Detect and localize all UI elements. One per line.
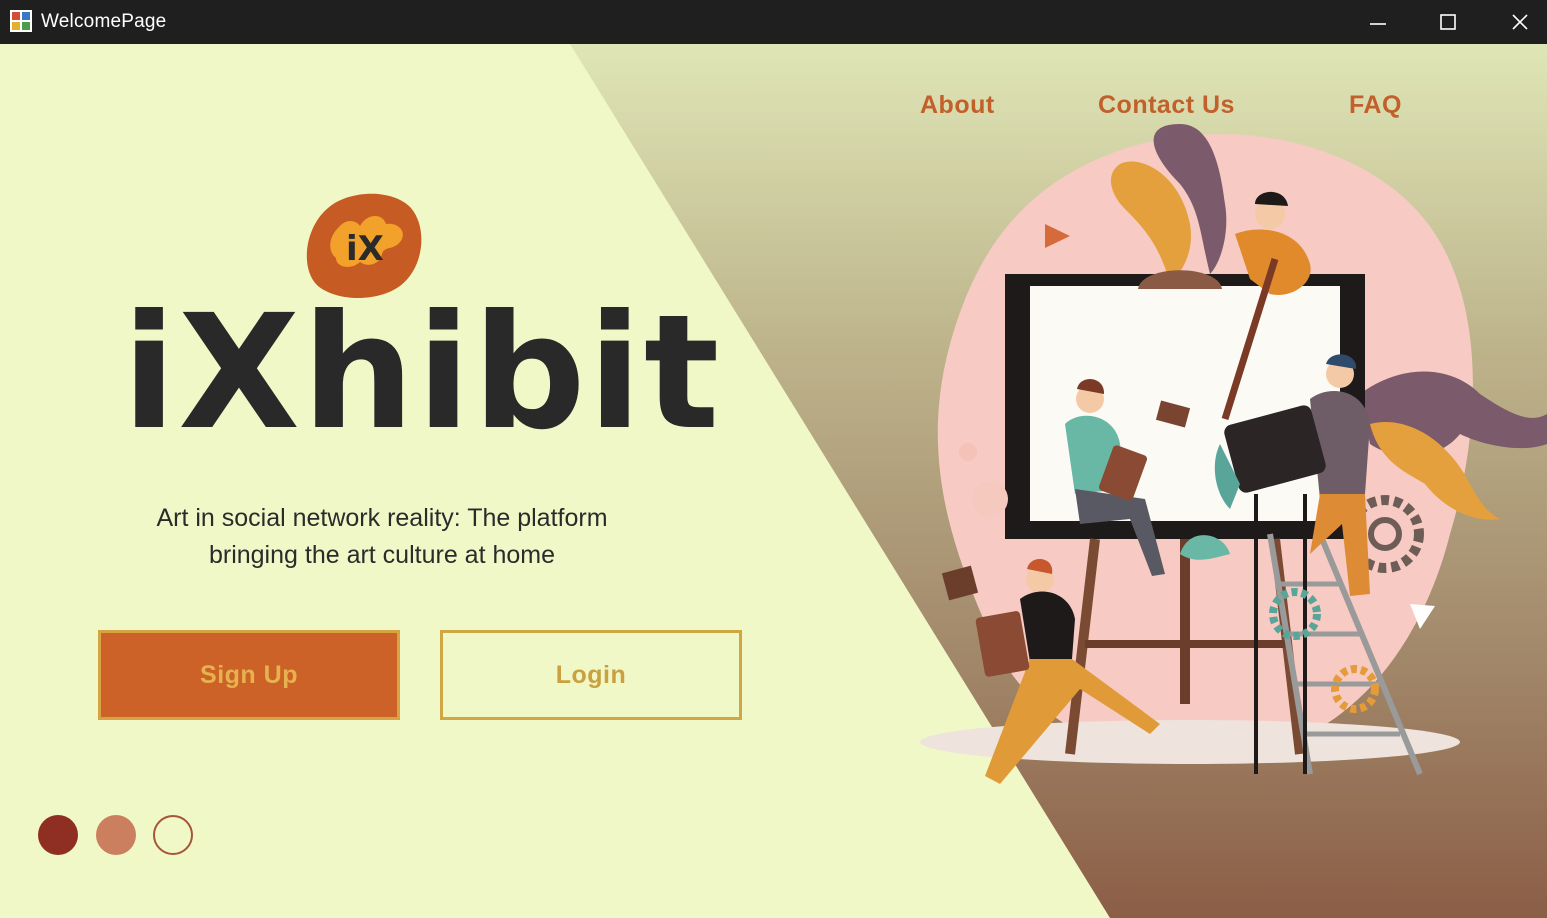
login-button[interactable]: Login bbox=[440, 630, 742, 720]
window-title: WelcomePage bbox=[41, 11, 167, 32]
signup-button[interactable]: Sign Up bbox=[98, 630, 400, 720]
welcome-page: About Contact Us FAQ iX iXhibit Art in s… bbox=[0, 44, 1547, 918]
app-icon bbox=[10, 10, 32, 32]
minimize-button[interactable] bbox=[1350, 0, 1406, 44]
carousel-dot-1[interactable] bbox=[38, 815, 78, 855]
minimize-icon bbox=[1370, 23, 1386, 25]
carousel-dot-2[interactable] bbox=[96, 815, 136, 855]
logo-mark-text: iX bbox=[346, 229, 384, 269]
artists-illustration bbox=[920, 124, 1547, 784]
close-button[interactable] bbox=[1492, 0, 1547, 44]
close-icon bbox=[1512, 14, 1528, 30]
maximize-button[interactable] bbox=[1420, 0, 1476, 44]
maximize-icon bbox=[1440, 14, 1456, 30]
title-bar: WelcomePage bbox=[0, 0, 1547, 44]
brand-name: iXhibit bbox=[122, 281, 722, 465]
tagline: Art in social network reality: The platf… bbox=[156, 504, 608, 569]
carousel-dot-3[interactable] bbox=[153, 815, 193, 855]
